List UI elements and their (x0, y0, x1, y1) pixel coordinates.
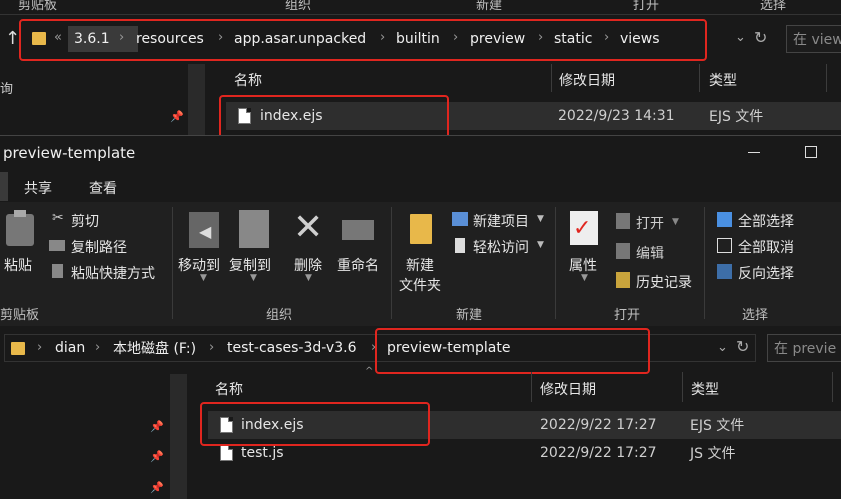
invert-selection-icon (717, 264, 732, 279)
chevron-down-icon: ▼ (537, 214, 544, 224)
delete-button[interactable]: 删除 (294, 255, 322, 275)
bg-group-select-label: 选择 (760, 0, 787, 13)
group-select-label: 选择 (742, 308, 769, 323)
edit-icon (616, 243, 630, 259)
open-icon (616, 213, 630, 229)
history-button[interactable]: 历史记录 (636, 272, 692, 292)
invert-selection-button[interactable]: 反向选择 (738, 263, 794, 283)
paste-icon (6, 210, 34, 246)
cut-button[interactable]: 剪切 (71, 211, 99, 231)
group-open-label: 打开 (614, 308, 641, 323)
select-none-button[interactable]: 全部取消 (738, 237, 794, 257)
fg-col-date[interactable]: 修改日期 (540, 379, 596, 399)
tab-share[interactable]: 共享 (24, 178, 52, 198)
paste-shortcut-icon (52, 264, 63, 278)
bg-group-clipboard-label: 剪贴板 (18, 0, 58, 13)
bg-chevron-down-icon[interactable]: ⌄ (735, 30, 746, 45)
new-item-button[interactable]: 新建项目 (473, 211, 529, 231)
select-none-icon (717, 238, 732, 253)
fg-file-date: 2022/9/22 17:27 (540, 417, 657, 433)
rename-button[interactable]: 重命名 (337, 255, 379, 275)
minimize-icon[interactable] (748, 152, 760, 153)
tab-view[interactable]: 查看 (89, 178, 117, 198)
easy-access-button[interactable]: 轻松访问 (473, 237, 529, 257)
copy-path-icon (49, 240, 65, 251)
fg-file-type: EJS 文件 (690, 418, 745, 434)
sort-up-icon: ^ (365, 366, 374, 377)
bg-file-date: 2022/9/23 14:31 (558, 108, 675, 124)
fg-folder-icon (11, 342, 25, 355)
bg-search-input[interactable]: 在 view (786, 25, 841, 53)
scissors-icon: ✂ (52, 210, 64, 226)
pin-icon: 📌 (170, 110, 184, 123)
group-new-label: 新建 (456, 308, 483, 323)
file-icon (220, 445, 233, 461)
pin-icon: 📌 (150, 450, 164, 463)
fg-file-highlight-box (200, 402, 430, 446)
bg-nav-partial-text: 询 (0, 82, 14, 97)
easy-access-icon (455, 238, 465, 253)
copy-to-button[interactable]: 复制到 (229, 255, 271, 275)
fg-file-name: test.js (241, 445, 284, 461)
paste-shortcut-button[interactable]: 粘贴快捷方式 (71, 263, 155, 283)
new-item-icon (452, 212, 468, 226)
fg-col-type[interactable]: 类型 (691, 379, 719, 399)
bg-col-name[interactable]: 名称 (234, 70, 262, 90)
chevron-down-icon: ▼ (250, 273, 257, 283)
select-all-icon (717, 212, 732, 227)
chevron-down-icon: ▼ (537, 240, 544, 250)
copy-to-icon (239, 210, 269, 248)
properties-button[interactable]: 属性 (569, 255, 597, 275)
bg-refresh-icon[interactable]: ↻ (754, 28, 767, 47)
paste-button[interactable]: 粘贴 (4, 255, 32, 275)
bg-group-new-label: 新建 (476, 0, 503, 13)
new-folder-button-line1[interactable]: 新建 (406, 255, 434, 275)
chevron-right-icon: › (95, 340, 101, 355)
new-folder-button-line2[interactable]: 文件夹 (399, 275, 441, 295)
chevron-right-icon: › (37, 340, 43, 355)
fg-crumb-test-cases[interactable]: test-cases-3d-v3.6 (227, 335, 357, 361)
fg-address-highlight-box (375, 328, 650, 374)
new-folder-icon (410, 214, 432, 244)
chevron-down-icon: ▼ (672, 217, 679, 227)
fg-crumb-drive[interactable]: 本地磁盘 (F:) (113, 335, 196, 361)
chevron-down-icon: ▼ (581, 273, 588, 283)
chevron-down-icon: ▼ (305, 273, 312, 283)
delete-x-icon: ✕ (293, 207, 324, 248)
fg-file-type: JS 文件 (690, 446, 736, 462)
rename-icon (342, 220, 374, 240)
fg-col-name[interactable]: 名称 (215, 379, 243, 399)
bg-address-highlight-box (19, 19, 707, 61)
chevron-right-icon: › (209, 340, 215, 355)
edit-button[interactable]: 编辑 (636, 243, 664, 263)
fg-window-title: preview-template (3, 144, 136, 162)
fg-crumb-dian[interactable]: dian (55, 335, 85, 361)
bg-col-type[interactable]: 类型 (709, 70, 737, 90)
group-organize-label: 组织 (266, 308, 293, 323)
move-to-button[interactable]: 移动到 (178, 255, 220, 275)
open-button[interactable]: 打开 (636, 213, 664, 233)
maximize-icon[interactable] (805, 146, 817, 158)
bg-file-type: EJS 文件 (709, 109, 764, 125)
bg-nav-scrollbar[interactable] (188, 64, 205, 136)
bg-group-organize-label: 组织 (285, 0, 312, 13)
fg-nav-scrollbar[interactable] (170, 374, 187, 499)
pin-icon: 📌 (150, 420, 164, 433)
select-all-button[interactable]: 全部选择 (738, 211, 794, 231)
history-icon (616, 272, 630, 288)
copy-path-button[interactable]: 复制路径 (71, 237, 127, 257)
fg-chevron-down-icon[interactable]: ⌄ (717, 340, 728, 355)
bg-col-date[interactable]: 修改日期 (559, 70, 615, 90)
bg-up-arrow-icon[interactable]: ↑ (5, 28, 20, 49)
pin-icon: 📌 (150, 481, 164, 494)
fg-search-input[interactable]: 在 previe (767, 334, 841, 362)
fg-refresh-icon[interactable]: ↻ (736, 337, 749, 356)
check-icon: ✓ (573, 216, 592, 241)
bg-group-open-label: 打开 (633, 0, 660, 13)
group-clipboard-label: 剪贴板 (0, 308, 40, 323)
chevron-down-icon: ▼ (200, 273, 207, 283)
fg-file-date: 2022/9/22 17:27 (540, 445, 657, 461)
